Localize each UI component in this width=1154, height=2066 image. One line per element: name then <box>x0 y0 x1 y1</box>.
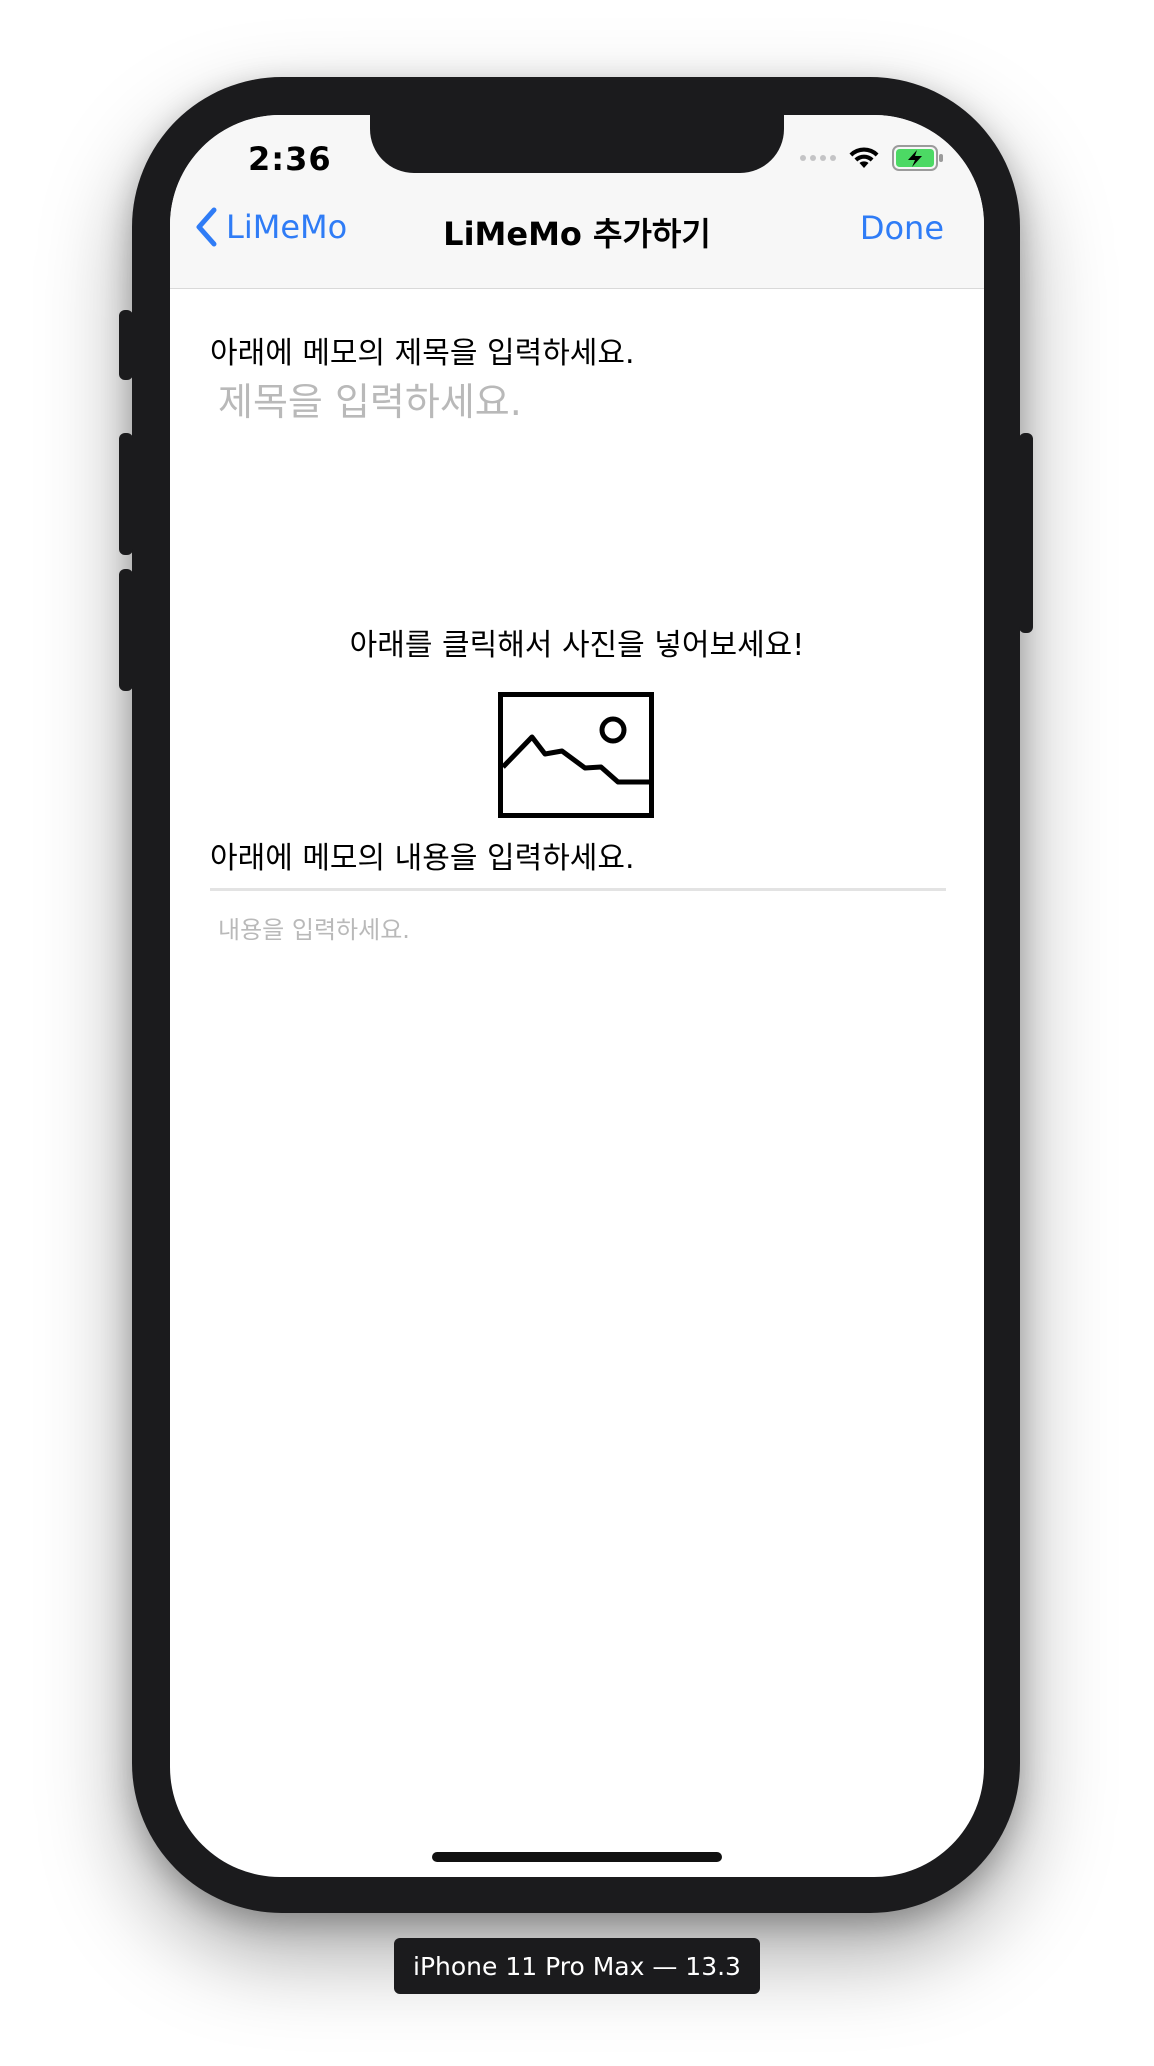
status-time: 2:36 <box>248 140 332 178</box>
device-label: iPhone 11 Pro Max — 13.3 <box>394 1938 760 1994</box>
title-label: 아래에 메모의 제목을 입력하세요. <box>210 336 635 371</box>
photo-hint: 아래를 클릭해서 사진을 넣어보세요! <box>349 628 805 663</box>
navigation-bar: LiMeMo LiMeMo 추가하기 Done <box>170 175 984 289</box>
content-textarea[interactable] <box>218 910 938 1610</box>
notch <box>370 115 784 173</box>
add-photo-button[interactable] <box>498 692 654 818</box>
power-button <box>1019 433 1033 633</box>
done-button[interactable]: Done <box>860 209 944 247</box>
battery-charging-icon <box>892 145 943 171</box>
device-screen: 2:36 LiMeMo LiMeMo 추가하기 Done 아래에 메모의 제목을… <box>170 115 984 1877</box>
wifi-icon <box>849 147 879 168</box>
title-input[interactable] <box>218 377 938 427</box>
content-label: 아래에 메모의 내용을 입력하세요. <box>210 841 635 876</box>
content-divider <box>210 888 946 891</box>
image-placeholder-icon <box>498 692 654 818</box>
status-icons <box>800 145 944 171</box>
volume-up-button <box>119 433 133 555</box>
silent-switch <box>119 310 133 380</box>
cellular-signal-icon <box>800 155 836 161</box>
volume-down-button <box>119 569 133 691</box>
home-indicator[interactable] <box>432 1852 722 1862</box>
